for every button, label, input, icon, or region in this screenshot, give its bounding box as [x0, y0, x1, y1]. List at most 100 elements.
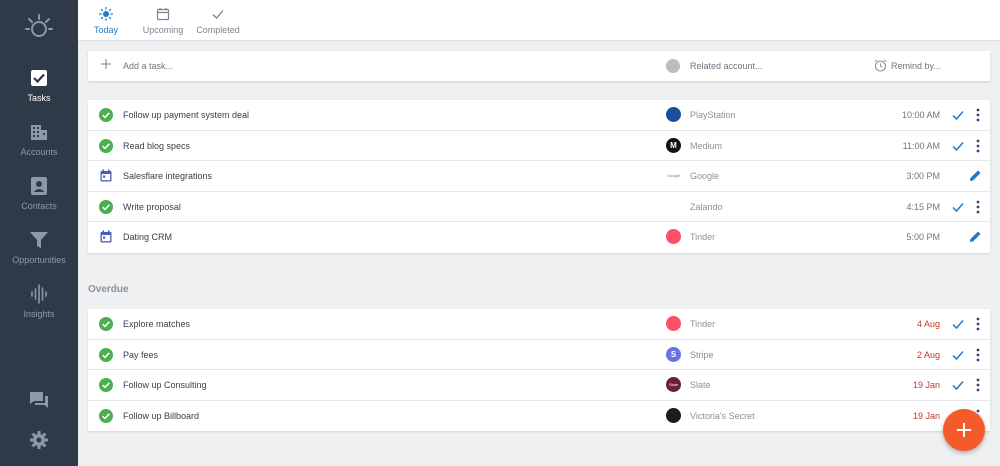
task-title[interactable]: Follow up payment system deal [123, 110, 249, 120]
sidebar-item-label: Opportunities [12, 255, 66, 265]
tab-label: Today [93, 25, 119, 35]
calendar-icon[interactable] [99, 169, 113, 183]
task-due-time: 11:00 AM [902, 140, 940, 151]
more-vertical-icon[interactable] [976, 200, 980, 214]
funnel-icon [30, 232, 48, 248]
task-row[interactable]: Follow up payment system deal PlayStation… [88, 100, 990, 131]
task-row[interactable]: Pay fees S Stripe 2 Aug [88, 340, 990, 371]
task-row[interactable]: Follow up Billboard Victoria's Secret 19 J… [88, 401, 990, 432]
account-logo-icon: M [666, 137, 681, 153]
sidebar-item-accounts[interactable]: Accounts [0, 118, 78, 172]
globe-icon [666, 59, 680, 73]
account-name[interactable]: Tinder [690, 319, 715, 329]
more-vertical-icon[interactable] [976, 378, 980, 392]
more-vertical-icon[interactable] [976, 139, 980, 153]
check-circle-icon[interactable] [99, 108, 113, 122]
sun-icon [99, 7, 113, 21]
task-title[interactable]: Follow up Consulting [123, 380, 207, 390]
overdue-task-list: Explore matches Tinder 4 Aug Pay fees S Strip… [88, 309, 990, 432]
contact-card-icon [31, 177, 47, 195]
gear-icon[interactable] [29, 430, 49, 450]
account-name[interactable]: PlayStation [690, 110, 736, 120]
check-circle-icon[interactable] [99, 199, 113, 214]
account-logo-icon: Google [666, 168, 681, 184]
account-logo-icon [666, 198, 681, 214]
complete-check-icon[interactable] [952, 140, 964, 152]
check-circle-icon[interactable] [99, 317, 113, 331]
check-circle-icon[interactable] [99, 408, 113, 423]
task-title[interactable]: Pay fees [123, 350, 158, 360]
tab-today[interactable]: Today [84, 0, 128, 41]
check-circle-icon[interactable] [99, 347, 113, 362]
add-floating-button[interactable] [943, 409, 985, 451]
edit-pencil-icon[interactable] [969, 230, 982, 243]
complete-check-icon[interactable] [952, 318, 964, 330]
task-due-time: 19 Jan [912, 380, 940, 391]
top-tab-bar: Today Upcoming Completed [78, 0, 1000, 41]
alarm-clock-icon [874, 59, 887, 72]
account-logo-icon: S [666, 346, 681, 362]
sidebar-item-label: Contacts [21, 201, 57, 211]
task-row[interactable]: Write proposal Zalando 4:15 PM [88, 192, 990, 223]
sidebar-item-contacts[interactable]: Contacts [0, 172, 78, 226]
sidebar-item-label: Insights [23, 309, 55, 319]
related-account-input[interactable]: Related account... [690, 61, 763, 71]
complete-check-icon[interactable] [952, 349, 964, 361]
add-task-bar: Add a task... Related account... Remind … [88, 51, 990, 81]
tab-label: Completed [196, 25, 240, 35]
complete-check-icon[interactable] [952, 379, 964, 391]
task-row[interactable]: Explore matches Tinder 4 Aug [88, 309, 990, 340]
add-task-input[interactable]: Add a task... [123, 61, 173, 71]
sidebar-item-insights[interactable]: Insights [0, 280, 78, 334]
more-vertical-icon[interactable] [976, 108, 980, 122]
task-row[interactable]: Follow up Consulting Slate Slate 19 Jan [88, 370, 990, 401]
task-title[interactable]: Follow up Billboard [123, 411, 199, 421]
tab-label: Upcoming [142, 25, 184, 35]
task-due-time: 3:00 PM [906, 171, 940, 182]
account-name[interactable]: Zalando [690, 202, 723, 212]
task-title[interactable]: Dating CRM [123, 232, 172, 242]
account-logo-icon [666, 316, 681, 331]
calendar-icon[interactable] [99, 230, 113, 244]
account-name[interactable]: Medium [690, 141, 722, 151]
sidebar-item-tasks[interactable]: Tasks [0, 64, 78, 118]
account-name[interactable]: Stripe [690, 350, 714, 360]
task-row[interactable]: Dating CRM Tinder 5:00 PM [88, 222, 990, 253]
waveform-icon [31, 284, 47, 304]
account-name[interactable]: Slate [690, 380, 711, 390]
task-title[interactable]: Read blog specs [123, 141, 190, 151]
account-name[interactable]: Google [690, 171, 719, 181]
today-task-list: Follow up payment system deal PlayStation… [88, 100, 990, 253]
sidebar-item-label: Tasks [27, 93, 51, 103]
account-name[interactable]: Victoria's Secret [690, 411, 755, 421]
sidebar-item-opportunities[interactable]: Opportunities [0, 226, 78, 280]
checkbox-icon [31, 70, 47, 86]
task-due-time: 5:00 PM [906, 232, 940, 243]
task-title[interactable]: Write proposal [123, 202, 181, 212]
remind-by-input[interactable]: Remind by... [891, 61, 941, 71]
task-row[interactable]: Read blog specs M Medium 11:00 AM [88, 131, 990, 162]
task-title[interactable]: Explore matches [123, 319, 190, 329]
overdue-section-title: Overdue [88, 284, 129, 295]
plus-icon[interactable] [100, 58, 112, 70]
task-due-time: 2 Aug [916, 349, 940, 360]
complete-check-icon[interactable] [952, 109, 964, 121]
check-circle-icon[interactable] [99, 378, 113, 393]
logo-icon[interactable] [24, 12, 54, 42]
check-circle-icon[interactable] [99, 138, 113, 153]
account-logo-icon [666, 107, 681, 122]
task-due-time: 4:15 PM [906, 201, 940, 212]
more-vertical-icon[interactable] [976, 317, 980, 331]
edit-pencil-icon[interactable] [969, 169, 982, 182]
tab-completed[interactable]: Completed [192, 0, 244, 41]
task-due-time: 19 Jan [912, 410, 940, 421]
chat-icon[interactable] [29, 390, 49, 410]
complete-check-icon[interactable] [952, 201, 964, 213]
more-vertical-icon[interactable] [976, 348, 980, 362]
tab-upcoming[interactable]: Upcoming [138, 0, 188, 41]
task-due-time: 4 Aug [916, 319, 940, 329]
task-title[interactable]: Salesflare integrations [123, 171, 212, 181]
account-logo-icon [666, 407, 681, 423]
task-row[interactable]: Salesflare integrations Google Google 3:00 … [88, 161, 990, 192]
account-name[interactable]: Tinder [690, 232, 715, 242]
